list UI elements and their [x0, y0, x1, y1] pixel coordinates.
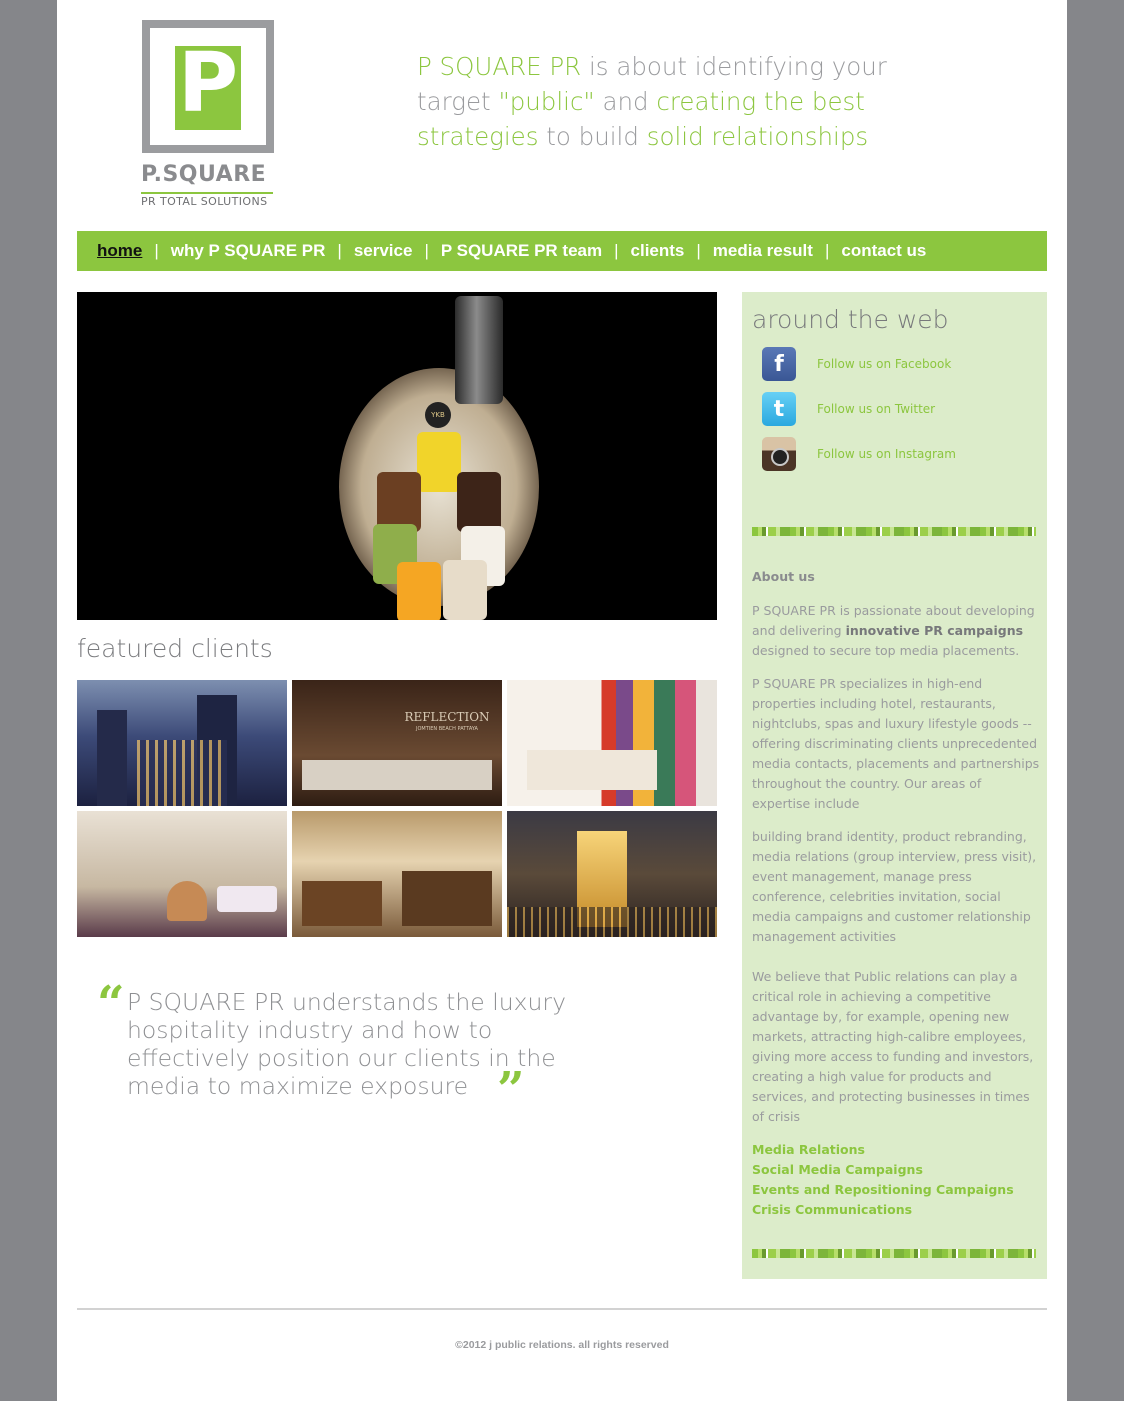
- tile-reflection-sublabel: JOMTIEN BEACH PATTAYA: [416, 726, 478, 732]
- main-nav: home | why P SQUARE PR | service | P SQU…: [77, 231, 1047, 271]
- logo[interactable]: P P.SQUARE PR TOTAL SOLUTIONS: [141, 20, 275, 210]
- tagline-highlight: creating the best: [656, 87, 865, 116]
- client-tile-lobby[interactable]: [77, 811, 287, 937]
- page-container: P P.SQUARE PR TOTAL SOLUTIONS P SQUARE P…: [57, 0, 1067, 1401]
- nav-separator: |: [154, 241, 159, 260]
- tagline-text: target: [417, 87, 499, 116]
- hero-slice: [397, 562, 441, 620]
- decorative-stripe: [752, 527, 1036, 536]
- link-social-media-campaigns[interactable]: Social Media Campaigns: [752, 1160, 1040, 1180]
- about-paragraph-3: building brand identity, product rebrand…: [752, 829, 1037, 944]
- social-label-twitter[interactable]: Follow us on Twitter: [817, 402, 935, 416]
- client-tile-buffet[interactable]: [292, 811, 502, 937]
- link-events-repositioning[interactable]: Events and Repositioning Campaigns: [752, 1180, 1040, 1200]
- logo-subtitle: PR TOTAL SOLUTIONS: [141, 195, 268, 208]
- tagline-highlight: "public": [498, 87, 595, 116]
- header-tagline: P SQUARE PR is about identifying your ta…: [417, 49, 937, 154]
- decorative-stripe: [752, 1249, 1036, 1258]
- tagline-highlight: solid relationships: [646, 122, 869, 151]
- about-paragraph-2: P SQUARE PR specializes in high-end prop…: [752, 676, 1040, 811]
- client-tile-showroom[interactable]: [507, 680, 717, 806]
- link-media-relations[interactable]: Media Relations: [752, 1140, 1040, 1160]
- nav-item-why-p-square-pr[interactable]: why P SQUARE PR: [171, 241, 326, 261]
- tagline-text: to build: [538, 122, 647, 151]
- facebook-icon[interactable]: f: [762, 347, 796, 381]
- hero-slice: [417, 432, 461, 492]
- instagram-icon[interactable]: [762, 437, 796, 471]
- social-link-facebook[interactable]: f Follow us on Facebook: [762, 344, 1022, 384]
- about-paragraph-1: P SQUARE PR is passionate about developi…: [752, 603, 1035, 658]
- tagline-text: and: [594, 87, 657, 116]
- tagline-text: is about identifying your: [581, 52, 887, 81]
- copyright: ©2012 j public relations. all rights res…: [455, 1339, 669, 1351]
- hero-image-cake-platter: YKB: [77, 292, 717, 620]
- about-highlight: innovative PR campaigns: [845, 623, 1024, 638]
- social-link-twitter[interactable]: t Follow us on Twitter: [762, 389, 1022, 429]
- nav-item-clients[interactable]: clients: [631, 241, 685, 261]
- logo-name: P.SQUARE: [141, 162, 267, 187]
- nav-separator: |: [337, 241, 342, 260]
- social-label-facebook[interactable]: Follow us on Facebook: [817, 357, 951, 371]
- client-tile-reflection[interactable]: REFLECTION JOMTIEN BEACH PATTAYA: [292, 680, 502, 806]
- nav-separator: |: [614, 241, 619, 260]
- tile-reflection-label: REFLECTION: [404, 710, 490, 724]
- quote-open-mark: “: [97, 976, 125, 1032]
- nav-separator: |: [424, 241, 429, 260]
- client-tile-hotel-night[interactable]: [507, 811, 717, 937]
- hero-french-press: [455, 296, 503, 404]
- nav-item-service[interactable]: service: [354, 241, 413, 261]
- about-heading: About us: [752, 569, 815, 584]
- tagline-highlight: strategies: [417, 122, 539, 151]
- nav-item-contact-us[interactable]: contact us: [841, 241, 926, 261]
- hero-slice: [377, 472, 421, 532]
- quote-text: P SQUARE PR understands the luxury hospi…: [127, 988, 566, 1100]
- hero-plate-label: YKB: [425, 402, 451, 428]
- about-paragraph-4: We believe that Public relations can pla…: [752, 969, 1034, 1124]
- sidebar: around the web f Follow us on Facebook t…: [742, 292, 1047, 1279]
- social-link-instagram[interactable]: Follow us on Instagram: [762, 434, 1022, 474]
- hero-slice: [443, 560, 487, 620]
- twitter-icon[interactable]: t: [762, 392, 796, 426]
- logo-divider: [141, 192, 273, 194]
- sidebar-title: around the web: [752, 305, 949, 334]
- featured-clients-heading: featured clients: [77, 634, 273, 663]
- quote-close-mark: ”: [497, 1062, 525, 1118]
- nav-separator: |: [696, 241, 701, 260]
- link-crisis-communications[interactable]: Crisis Communications: [752, 1200, 1040, 1220]
- nav-item-team[interactable]: P SQUARE PR team: [441, 241, 602, 261]
- nav-item-home[interactable]: home: [97, 241, 142, 261]
- service-links: Media Relations Social Media Campaigns E…: [752, 1140, 1040, 1220]
- nav-item-media-result[interactable]: media result: [713, 241, 813, 261]
- client-tile-city-night[interactable]: [77, 680, 287, 806]
- social-label-instagram[interactable]: Follow us on Instagram: [817, 447, 956, 461]
- footer-divider: [77, 1308, 1047, 1310]
- tagline-brand: P SQUARE PR: [417, 52, 582, 81]
- featured-clients-grid: REFLECTION JOMTIEN BEACH PATTAYA: [77, 680, 717, 937]
- logo-letter: P: [177, 36, 239, 131]
- nav-separator: |: [824, 241, 830, 260]
- hero-slice: [457, 472, 501, 532]
